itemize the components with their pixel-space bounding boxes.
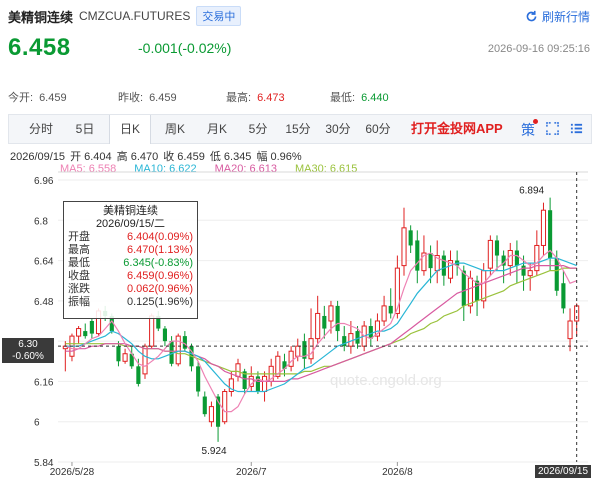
candle-body [308, 338, 314, 360]
candle-body [481, 270, 487, 302]
candle-body [428, 253, 433, 269]
tooltip-value: 6.459(0.96%) [126, 270, 193, 282]
min-price-annotation: 5.924 [202, 446, 227, 457]
tooltip-value: 6.345(-0.83%) [123, 257, 193, 269]
tooltip-value: 6.404(0.09%) [126, 231, 193, 243]
candle-body [328, 305, 334, 322]
candle-body [335, 305, 340, 332]
candle-body [534, 244, 540, 272]
candle-body [136, 366, 141, 384]
candle-body [408, 230, 413, 246]
candle-body [322, 315, 327, 329]
tooltip-title: 美精铜连续 [103, 205, 158, 217]
tooltip-row-close: 收盘 6.459(0.96%) [68, 270, 193, 283]
x-tick-label: 2026/8 [382, 467, 413, 478]
tooltip-label: 开盘 [68, 231, 90, 243]
tooltip-row-open: 开盘 6.404(0.09%) [68, 231, 193, 244]
tooltip-label: 最高 [68, 244, 90, 256]
tooltip-label: 振幅 [68, 296, 90, 308]
y-tick-label: 6.16 [34, 377, 54, 388]
candle-body [222, 391, 228, 423]
candle-body [196, 366, 201, 392]
crosshair-pct: -0.60% [12, 351, 44, 362]
candle-body [169, 341, 174, 364]
candle-body [401, 227, 407, 267]
tooltip-value: 0.125(1.96%) [126, 296, 193, 308]
y-tick-label: 6.96 [34, 176, 54, 187]
candle-body [554, 258, 559, 291]
candle-body [561, 283, 566, 309]
candle-body [315, 312, 321, 340]
candle-body [441, 255, 446, 276]
y-tick-label: 6.64 [34, 257, 54, 268]
max-price-annotation: 6.894 [519, 186, 544, 197]
candle-body [83, 331, 88, 337]
candle-body [89, 321, 94, 334]
candle-body [348, 333, 354, 347]
tooltip-row-amplitude: 振幅 0.125(1.96%) [68, 296, 193, 309]
candle-body [288, 350, 294, 367]
candle-body [142, 345, 148, 375]
tooltip-label: 涨跌 [68, 283, 90, 295]
crosshair-date-label: 2026/09/15 [535, 465, 592, 478]
y-tick-label: 6.48 [34, 297, 54, 308]
candle-body [116, 346, 121, 362]
candle-body [388, 305, 393, 314]
candle-body [162, 328, 167, 342]
candle-body [467, 277, 473, 307]
candle-body [494, 240, 500, 256]
candle-body [514, 250, 519, 266]
tooltip-value: 0.062(0.96%) [126, 283, 193, 295]
candle-body [208, 406, 214, 423]
candle-body [415, 240, 420, 271]
candle-body [295, 345, 301, 357]
candle-body [368, 326, 373, 339]
candle-body [381, 305, 387, 322]
candle-body [461, 270, 466, 306]
tooltip-row-high: 最高 6.470(1.13%) [68, 244, 193, 257]
y-tick-label: 6.8 [34, 216, 48, 227]
tooltip-label: 收盘 [68, 270, 90, 282]
y-tick-label: 6 [34, 418, 40, 429]
candle-body [567, 320, 573, 340]
crosshair-price: 6.30 [18, 339, 38, 350]
candle-body [540, 209, 547, 246]
crosshair-price-label: 6.30 -0.60% [2, 338, 54, 363]
candle-body [76, 328, 82, 337]
candle-body [149, 315, 155, 347]
candle-body [355, 331, 360, 344]
tooltip-value: 6.470(1.13%) [126, 244, 193, 256]
tooltip-date: 2026/09/15/二 [95, 218, 166, 230]
x-tick-label: 2026/5/28 [50, 467, 95, 478]
candle-body [202, 396, 207, 415]
x-tick-label: 2026/7 [236, 467, 267, 478]
candle-body [182, 336, 187, 349]
tooltip-label: 最低 [68, 257, 90, 269]
watermark-text: quote.cngold.org [330, 372, 442, 389]
tooltip-row-change: 涨跌 0.062(0.96%) [68, 283, 193, 296]
candle-body [527, 270, 533, 277]
candle-body [521, 265, 526, 276]
candle-body [487, 239, 493, 269]
candle-body [235, 363, 241, 377]
candle-body [175, 335, 181, 365]
tooltip-row-low: 最低 6.345(-0.83%) [68, 257, 193, 270]
candle-body [122, 353, 128, 362]
data-tooltip: 美精铜连续 2026/09/15/二 开盘 6.404(0.09%) 最高 6.47… [63, 201, 198, 319]
candle-body [261, 375, 268, 392]
